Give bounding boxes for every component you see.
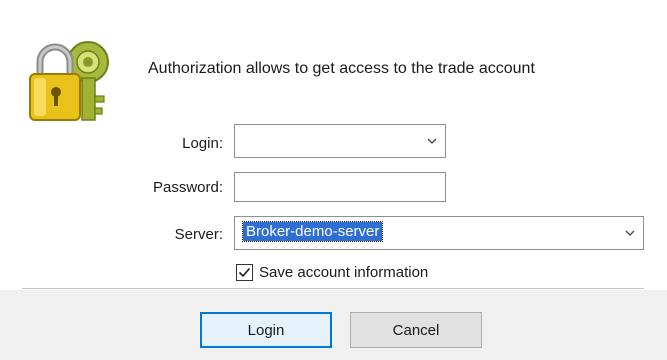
server-label: Server: (174, 226, 223, 243)
login-button[interactable]: Login (200, 312, 332, 348)
dialog-description: Authorization allows to get access to th… (148, 60, 535, 77)
password-label: Password: (152, 179, 223, 196)
dialog-content-panel: Authorization allows to get access to th… (0, 0, 667, 288)
login-label: Login: (182, 135, 223, 152)
save-account-checkbox[interactable] (236, 264, 253, 281)
server-combobox[interactable]: Broker-demo-server (234, 216, 644, 250)
checkmark-icon (238, 267, 251, 278)
padlock-key-icon (26, 34, 120, 128)
save-account-label[interactable]: Save account information (259, 264, 428, 281)
cancel-button[interactable]: Cancel (350, 312, 482, 348)
login-combobox[interactable] (234, 124, 446, 158)
dialog-button-bar (0, 290, 667, 360)
login-dialog: Authorization allows to get access to th… (0, 0, 667, 360)
server-value: Broker-demo-server (241, 221, 384, 242)
password-field[interactable] (234, 172, 446, 202)
chevron-down-icon[interactable] (427, 138, 437, 144)
chevron-down-icon[interactable] (625, 230, 635, 236)
